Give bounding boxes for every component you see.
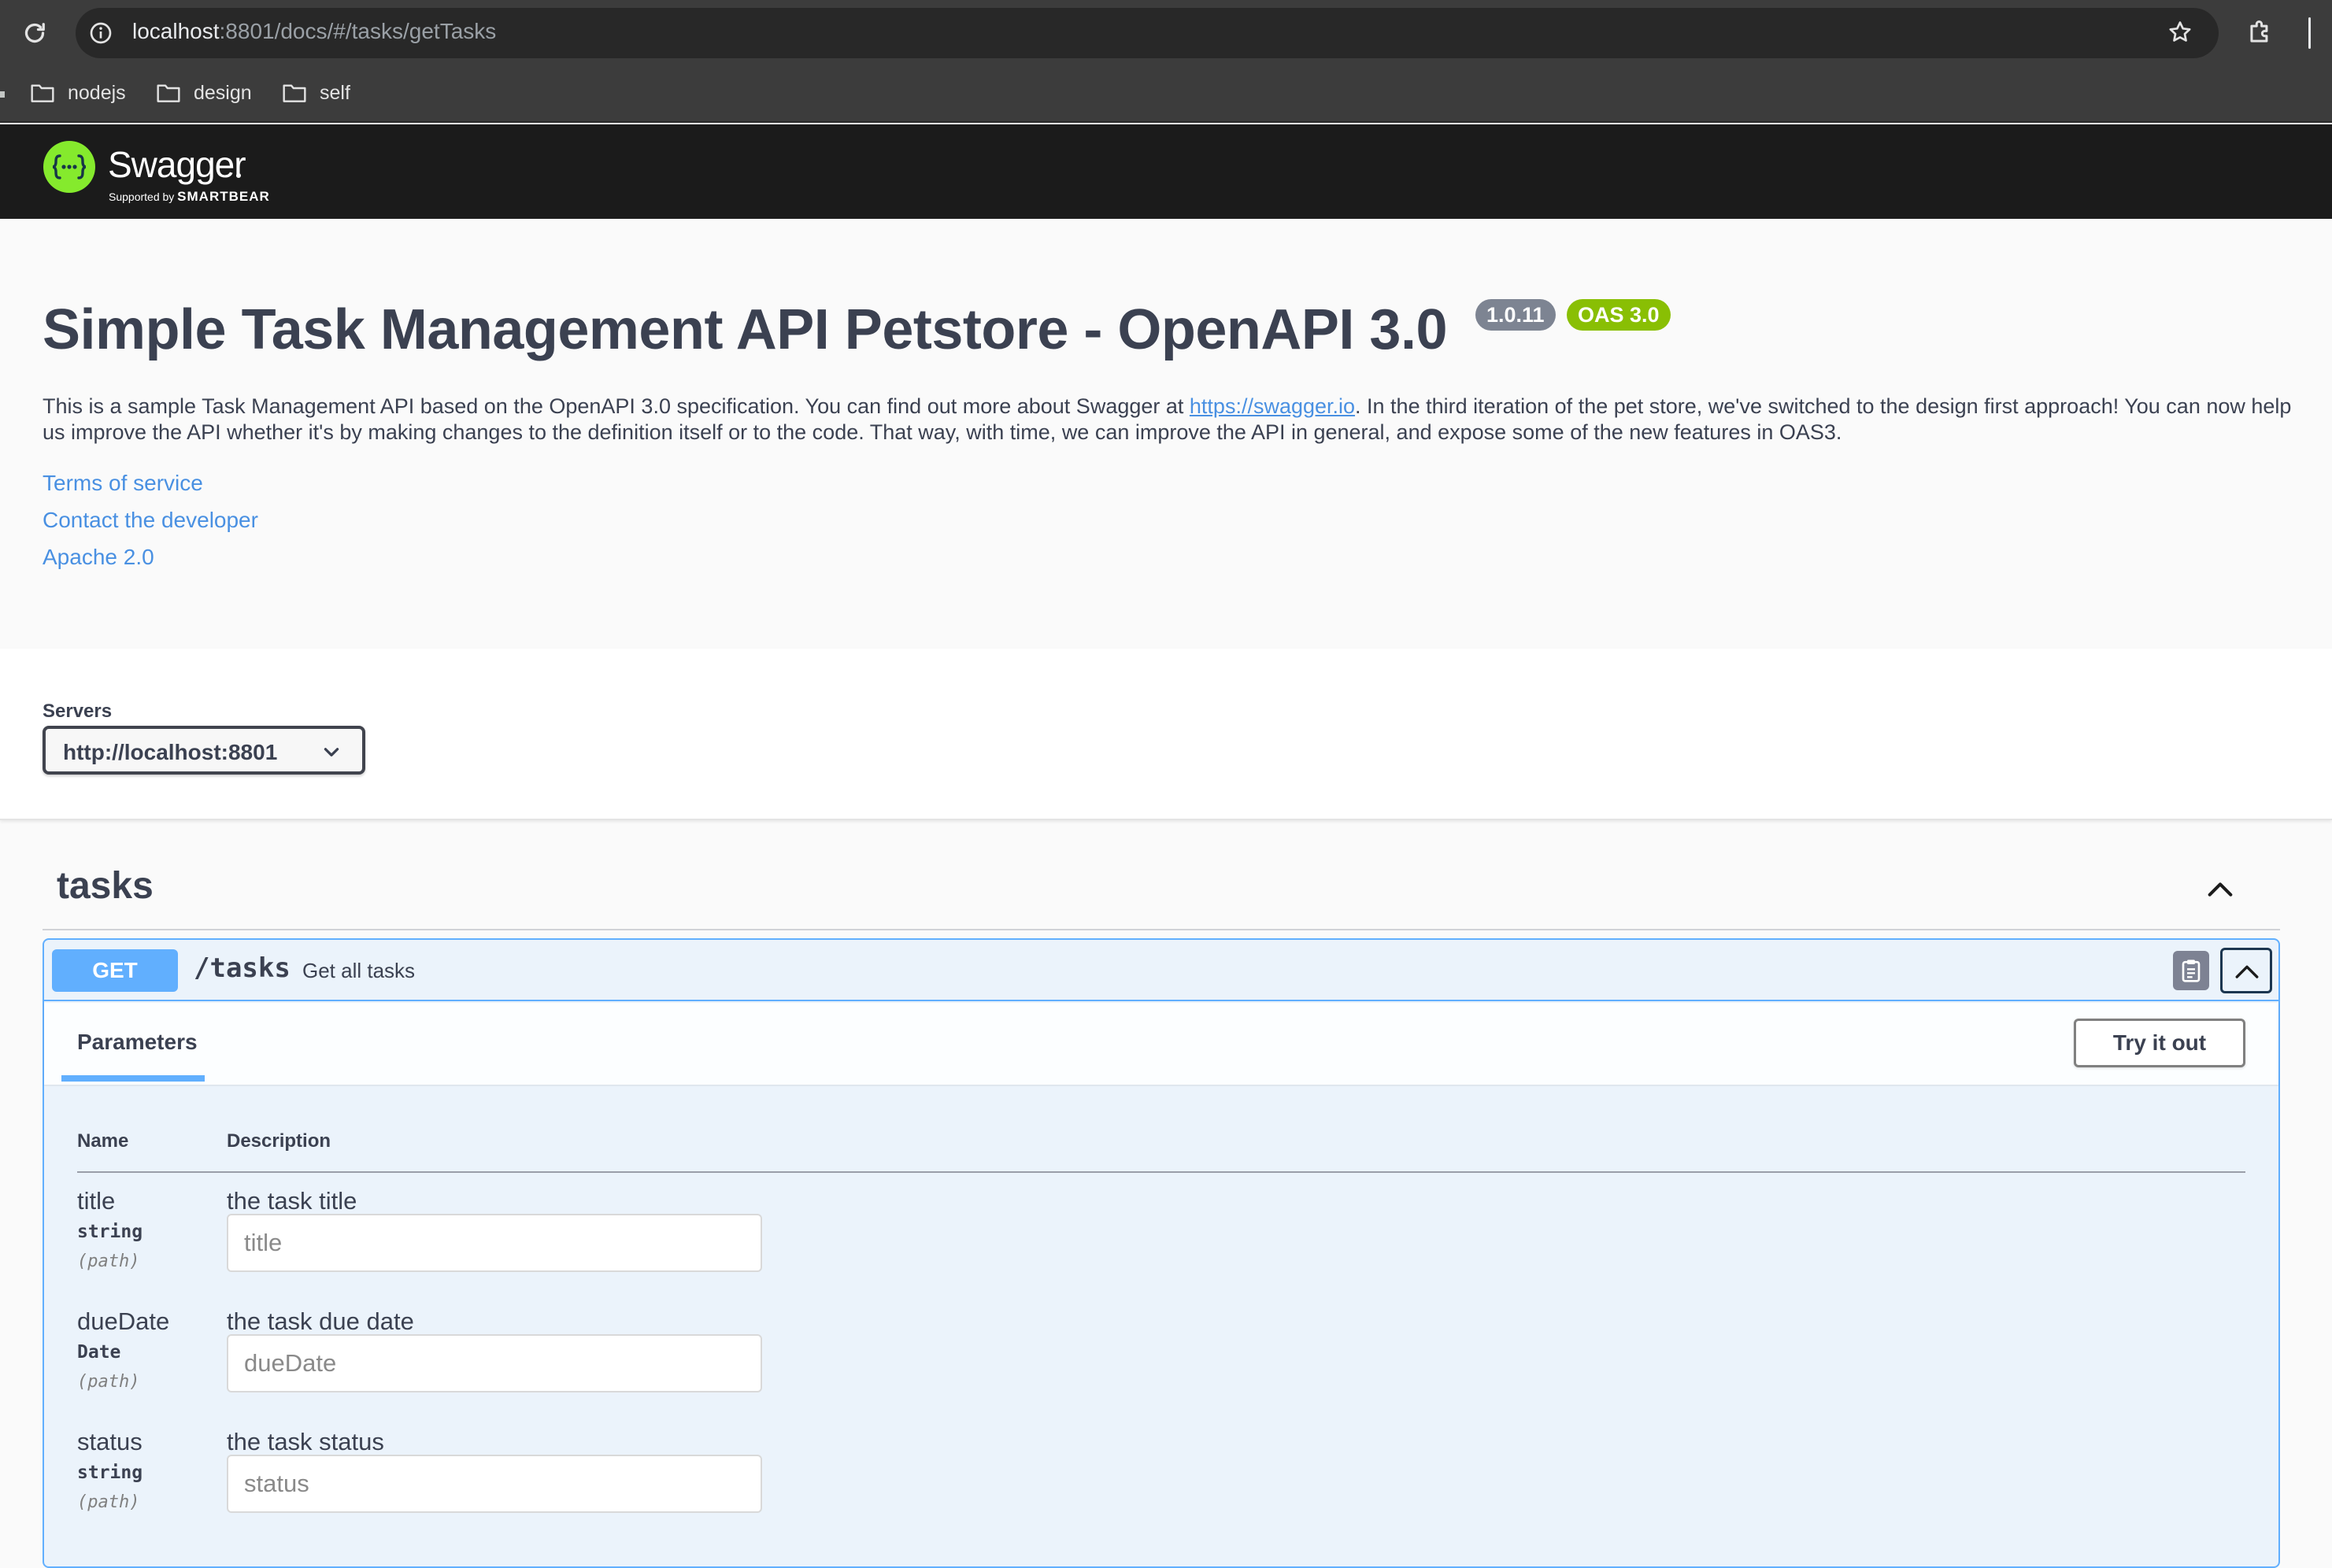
url-text[interactable]: localhost:8801/docs/#/tasks/getTasks [132, 19, 496, 44]
contact-developer-link[interactable]: Contact the developer [43, 508, 258, 533]
parameter-name: status [77, 1428, 143, 1455]
folder-icon [283, 84, 306, 102]
tag-divider [43, 929, 2280, 930]
description-text: This is a sample Task Management API bas… [43, 394, 1190, 418]
tab-parameters[interactable]: Parameters [77, 1030, 198, 1055]
servers-select[interactable]: http://localhost:8801 [43, 726, 365, 775]
parameter-row: status string (path) the task status [44, 1428, 2278, 1546]
smartbear-text: SMARTBEAR [177, 189, 270, 204]
api-title: Simple Task Management API Petstore - Op… [43, 298, 1448, 361]
bookmark-label: nodejs [68, 81, 126, 104]
parameter-location: (path) [77, 1372, 140, 1392]
parameter-location: (path) [77, 1252, 140, 1271]
title-input[interactable] [227, 1214, 762, 1272]
parameter-description: the task title [227, 1187, 357, 1215]
servers-selected-value: http://localhost:8801 [63, 740, 278, 764]
url-host: localhost [132, 19, 220, 43]
due-date-input[interactable] [227, 1334, 762, 1392]
bookmark-star-icon[interactable] [2167, 19, 2193, 46]
parameter-description: the task due date [227, 1307, 414, 1335]
clipboard-icon [2182, 960, 2201, 982]
parameter-description: the task status [227, 1428, 384, 1455]
supported-by-smartbear: Supported by SMARTBEAR [109, 189, 270, 205]
servers-section: Servers http://localhost:8801 [0, 649, 2332, 820]
operation-description: Get all tasks [302, 959, 416, 982]
bookmark-label: design [194, 81, 252, 104]
operation-summary[interactable]: GET /tasks Get all tasks [44, 940, 2278, 1001]
version-badge: 1.0.11 [1475, 299, 1556, 331]
table-header-divider [77, 1171, 2245, 1173]
oas-badge: OAS 3.0 [1567, 299, 1671, 331]
column-header-name: Name [77, 1130, 129, 1152]
chevron-down-icon [324, 748, 339, 756]
swagger-io-link[interactable]: https://swagger.io [1190, 394, 1355, 418]
parameter-type: string [77, 1463, 143, 1483]
operation-path: /tasks [194, 952, 291, 984]
folder-icon [31, 84, 54, 102]
chevron-up-icon[interactable] [2204, 874, 2236, 905]
parameter-type: Date [77, 1342, 121, 1363]
bookmarks-bar: nodejs design self [0, 66, 2332, 123]
chevron-up-icon [2235, 965, 2259, 978]
parameter-type: string [77, 1222, 143, 1242]
tab-active-underline [61, 1075, 205, 1082]
wordmark-dot [236, 173, 241, 178]
extensions-icon[interactable] [2245, 17, 2275, 47]
try-it-out-button[interactable]: Try it out [2074, 1019, 2245, 1067]
parameter-name: title [77, 1187, 116, 1215]
parameters-header: Parameters Try it out [44, 1003, 2278, 1085]
browser-toolbar: localhost:8801/docs/#/tasks/getTasks [0, 0, 2332, 66]
folder-icon [157, 84, 180, 102]
bookmark-label: self [320, 81, 350, 104]
swagger-topbar: Swagger Supported by SMARTBEAR [0, 124, 2332, 219]
bookmark-nodejs[interactable]: nodejs [30, 77, 126, 109]
status-input[interactable] [227, 1455, 762, 1513]
parameter-location: (path) [77, 1492, 140, 1512]
api-info-section: Simple Task Management API Petstore - Op… [0, 219, 2332, 649]
operation-get-tasks: GET /tasks Get all tasks Parameters Try … [43, 938, 2280, 1568]
parameter-row: title string (path) the task title [44, 1187, 2278, 1305]
toolbar-divider [2308, 17, 2311, 49]
bookmarks-overflow-edge [0, 91, 5, 98]
swagger-wordmark: Swagger [108, 144, 246, 185]
license-link[interactable]: Apache 2.0 [43, 545, 154, 570]
supported-by-text: Supported by [109, 190, 178, 203]
collapse-operation-button[interactable] [2220, 948, 2272, 993]
bookmark-self[interactable]: self [282, 77, 350, 109]
copy-path-button[interactable] [2173, 951, 2209, 990]
servers-label: Servers [43, 701, 113, 722]
terms-of-service-link[interactable]: Terms of service [43, 471, 203, 496]
parameter-name: dueDate [77, 1307, 170, 1335]
method-badge: GET [52, 949, 178, 992]
reload-icon[interactable] [20, 19, 49, 47]
tag-title-tasks[interactable]: tasks [57, 864, 154, 908]
api-description: This is a sample Task Management API bas… [43, 394, 2294, 446]
column-header-description: Description [227, 1130, 331, 1152]
url-path: :8801/docs/#/tasks/getTasks [219, 19, 497, 43]
bookmark-design[interactable]: design [156, 77, 252, 109]
swagger-logo-icon[interactable] [43, 140, 96, 194]
site-info-icon[interactable] [88, 20, 113, 46]
parameter-row: dueDate Date (path) the task due date [44, 1307, 2278, 1426]
